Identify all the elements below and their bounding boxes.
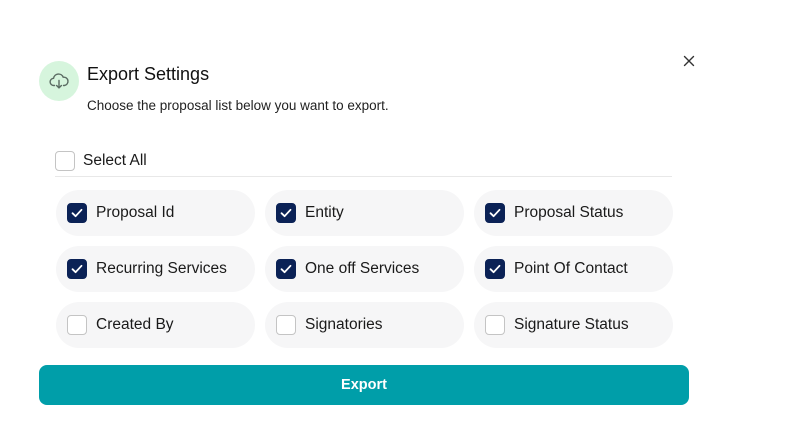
checkbox-box[interactable] bbox=[67, 315, 87, 335]
export-options-grid: Proposal Id Entity Proposal Status Recur… bbox=[56, 190, 673, 348]
check-icon bbox=[489, 264, 501, 274]
dialog-title: Export Settings bbox=[87, 64, 210, 84]
divider bbox=[55, 176, 672, 177]
check-icon bbox=[71, 264, 83, 274]
close-button[interactable] bbox=[679, 51, 699, 71]
option-label: Proposal Status bbox=[514, 204, 624, 221]
option-label: Created By bbox=[96, 316, 174, 333]
checkbox-box[interactable] bbox=[276, 315, 296, 335]
option-label: Signature Status bbox=[514, 316, 629, 333]
cloud-download-icon bbox=[39, 61, 79, 101]
checkbox-box[interactable] bbox=[55, 151, 75, 171]
checkbox-box[interactable] bbox=[485, 203, 505, 223]
option-label: Signatories bbox=[305, 316, 383, 333]
export-button[interactable]: Export bbox=[39, 365, 689, 405]
option-created-by[interactable]: Created By bbox=[56, 302, 255, 348]
checkbox-box[interactable] bbox=[67, 203, 87, 223]
option-entity[interactable]: Entity bbox=[265, 190, 464, 236]
option-label: One off Services bbox=[305, 260, 420, 277]
export-settings-dialog: Export Settings Choose the proposal list… bbox=[0, 0, 801, 441]
option-signatories[interactable]: Signatories bbox=[265, 302, 464, 348]
option-label: Proposal Id bbox=[96, 204, 175, 221]
option-label: Point Of Contact bbox=[514, 260, 628, 277]
option-label: Recurring Services bbox=[96, 260, 227, 277]
check-icon bbox=[280, 208, 292, 218]
select-all-label: Select All bbox=[83, 152, 147, 169]
checkbox-box[interactable] bbox=[276, 259, 296, 279]
checkbox-box[interactable] bbox=[485, 259, 505, 279]
option-point-of-contact[interactable]: Point Of Contact bbox=[474, 246, 673, 292]
checkbox-box[interactable] bbox=[485, 315, 505, 335]
check-icon bbox=[71, 208, 83, 218]
option-one-off-services[interactable]: One off Services bbox=[265, 246, 464, 292]
check-icon bbox=[280, 264, 292, 274]
check-icon bbox=[489, 208, 501, 218]
option-proposal-id[interactable]: Proposal Id bbox=[56, 190, 255, 236]
option-label: Entity bbox=[305, 204, 344, 221]
option-signature-status[interactable]: Signature Status bbox=[474, 302, 673, 348]
option-recurring-services[interactable]: Recurring Services bbox=[56, 246, 255, 292]
checkbox-box[interactable] bbox=[67, 259, 87, 279]
select-all-checkbox[interactable]: Select All bbox=[55, 150, 147, 172]
close-icon bbox=[683, 55, 695, 67]
dialog-subtitle: Choose the proposal list below you want … bbox=[87, 98, 389, 113]
option-proposal-status[interactable]: Proposal Status bbox=[474, 190, 673, 236]
checkbox-box[interactable] bbox=[276, 203, 296, 223]
